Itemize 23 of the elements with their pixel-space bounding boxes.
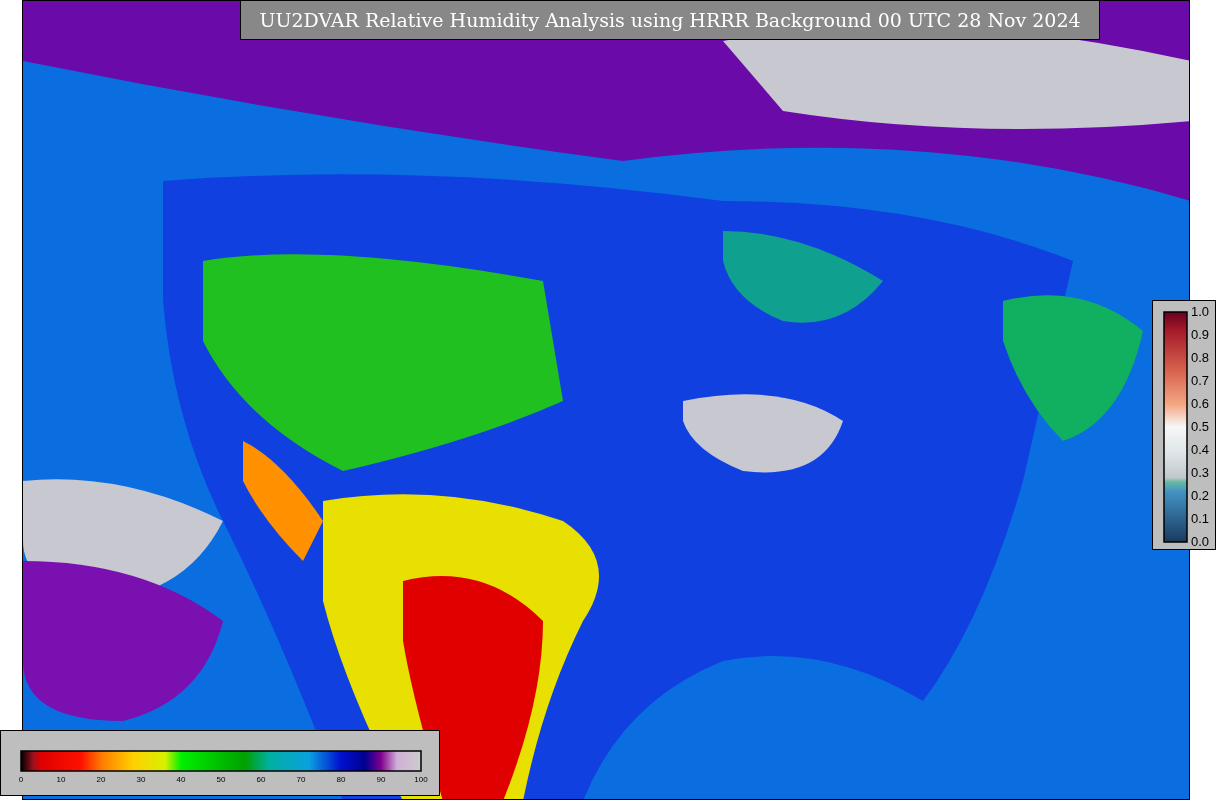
map-title: UU2DVAR Relative Humidity Analysis using HRRR Background 00 UTC 28 Nov 2024 [240, 0, 1100, 40]
scale-label: 50 [216, 775, 226, 785]
scale-label: 0 [18, 775, 24, 785]
scale-label: 40 [176, 775, 186, 785]
scale-label: 0.6 [1191, 397, 1210, 411]
scale-label: 90 [376, 775, 386, 785]
scale-label: 80 [336, 775, 346, 785]
scale-label: 0.0 [1191, 535, 1210, 549]
scale-label: 0.4 [1191, 443, 1210, 457]
scale-label: 0.2 [1191, 489, 1210, 503]
scale-label: 1.0 [1191, 305, 1210, 319]
scale-label: 60 [256, 775, 266, 785]
scale-label: 30 [136, 775, 146, 785]
scale-label: 20 [96, 775, 106, 785]
scale-label: 0.9 [1191, 328, 1210, 342]
scale-label: 70 [296, 775, 306, 785]
scale-label: 0.8 [1191, 351, 1210, 365]
scale-label: 0.3 [1191, 466, 1210, 480]
scale-label: 0.1 [1191, 512, 1210, 526]
scale-label: 100 [414, 775, 428, 785]
scale-label: 0.7 [1191, 374, 1210, 388]
scale-label: 10 [56, 775, 66, 785]
scale-label: 0.5 [1191, 420, 1210, 434]
